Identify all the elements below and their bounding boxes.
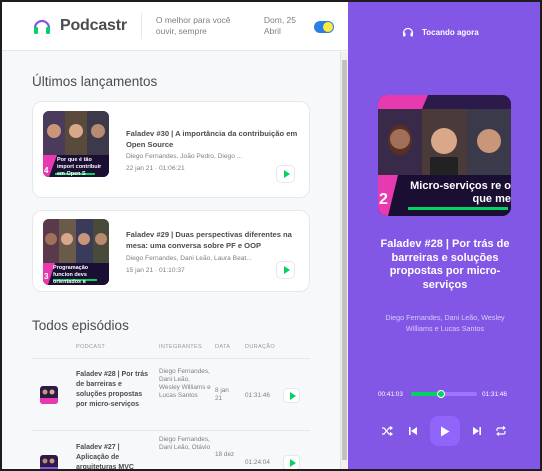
player-controls — [348, 414, 540, 448]
column-header-podcast: Podcast — [76, 344, 106, 350]
skip-previous-icon — [409, 427, 417, 435]
thumbnail-number: 3 — [44, 272, 49, 281]
episode-thumbnail: Por que é tão import contribuir em Open … — [43, 111, 109, 177]
toggle-knob — [323, 22, 333, 32]
episode-meta: 15 jan 21 · 01:10:37 — [126, 267, 185, 274]
row-episode-title[interactable]: Faladev #28 | Por trás de barreiras e so… — [76, 370, 150, 410]
episode-date: 15 jan 21 — [126, 267, 154, 274]
episode-date: 22 jan 21 — [126, 165, 154, 172]
theme-toggle[interactable] — [314, 21, 334, 33]
all-episodes-title: Todos episódios — [32, 318, 129, 333]
total-time: 01:31:46 — [482, 391, 507, 398]
table-row[interactable]: Faladev #27 | Aplicação de arquiteturas … — [32, 430, 310, 469]
thumbnail-caption: Programação funcion devs orientados a — [53, 265, 89, 285]
column-header-date: Data — [215, 344, 231, 350]
column-header-duration: Duração — [245, 344, 276, 350]
episode-card[interactable]: Programação funcion devs orientados a 3 … — [32, 210, 310, 292]
scroll-content: Últimos lançamentos Por que é tão import… — [2, 52, 340, 469]
current-date: Dom, 25 Abril — [263, 15, 296, 36]
headphones-logo-icon — [33, 19, 51, 34]
episode-title[interactable]: Faladev #29 | Duas perspectivas diferent… — [126, 229, 302, 251]
episode-card[interactable]: Por que é tão import contribuir em Open … — [32, 101, 310, 198]
row-duration: 01:24:04 — [245, 459, 270, 466]
progress-handle[interactable] — [436, 390, 445, 398]
player-pane: Tocando agora Micro-serviços re o que me… — [348, 2, 540, 469]
header: Podcastr O melhor para você ouvir, sempr… — [2, 2, 348, 51]
header-divider — [140, 13, 142, 39]
column-header-members: Integrantes — [159, 344, 203, 350]
progress-slider[interactable] — [411, 390, 477, 398]
row-play-button[interactable] — [283, 455, 300, 469]
episode-title[interactable]: Faladev #30 | A importância da contribui… — [126, 128, 302, 150]
now-playing-header: Tocando agora — [402, 26, 479, 38]
episode-cover: Micro-serviços re o que me 2 — [378, 95, 511, 216]
episode-meta: 22 jan 21 · 01:06:21 — [126, 165, 185, 172]
play-icon — [283, 266, 290, 274]
app-window: Podcastr O melhor para você ouvir, sempr… — [2, 2, 540, 469]
play-icon — [289, 458, 296, 467]
latest-episodes-title: Últimos lançamentos — [32, 74, 158, 89]
row-members: Diego Fernandes, Dani Leão, Otávio — [159, 436, 211, 451]
table-row[interactable]: Faladev #28 | Por trás de barreiras e so… — [32, 358, 310, 430]
row-play-button[interactable] — [283, 388, 300, 403]
current-time: 00:41:03 — [378, 391, 403, 398]
playing-episode-title: Faladev #28 | Por trás de barreiras e so… — [380, 238, 510, 291]
play-icon — [289, 391, 296, 400]
play-pause-button[interactable] — [430, 416, 460, 446]
play-icon — [283, 170, 290, 178]
cover-caption: Micro-serviços re o que me — [410, 180, 511, 205]
headphones-icon — [402, 27, 414, 37]
episode-duration: 01:10:37 — [159, 267, 185, 274]
episode-duration: 01:06:21 — [159, 165, 185, 172]
repeat-icon — [496, 426, 506, 436]
playing-episode-members: Diego Fernandes, Dani Leão, Wesley Willi… — [385, 313, 505, 333]
row-thumbnail — [40, 455, 58, 469]
brand-name: Podcastr — [60, 17, 127, 34]
row-date: 8 jan 21 — [215, 387, 229, 402]
row-date: 18 dez — [215, 451, 235, 458]
row-members: Diego Fernandes, Dani Leão, Wesley Willi… — [159, 368, 211, 399]
cover-number: 2 — [379, 191, 388, 208]
skip-next-icon — [473, 427, 481, 435]
episode-members: Diego Fernandes, João Pedro, Diego ... — [126, 153, 243, 160]
now-playing-label: Tocando agora — [422, 27, 479, 37]
episode-thumbnail: Programação funcion devs orientados a 3 — [43, 219, 109, 285]
shuffle-icon — [382, 426, 393, 436]
row-duration: 01:31:46 — [245, 392, 270, 399]
repeat-button[interactable] — [484, 414, 518, 448]
scrollbar-thumb[interactable] — [342, 60, 347, 460]
episode-members: Diego Fernandes, Dani Leão, Laura Beat..… — [126, 255, 252, 262]
scrollbar[interactable] — [340, 52, 348, 469]
play-icon — [441, 426, 450, 436]
thumbnail-number: 4 — [44, 166, 49, 175]
play-button[interactable] — [276, 165, 295, 183]
main-pane: Podcastr O melhor para você ouvir, sempr… — [2, 2, 348, 469]
thumbnail-caption: Por que é tão import contribuir em Open … — [57, 157, 102, 177]
previous-button[interactable] — [396, 414, 430, 448]
tagline: O melhor para você ouvir, sempre — [155, 15, 231, 36]
play-button[interactable] — [276, 261, 295, 279]
row-episode-title[interactable]: Faladev #27 | Aplicação de arquiteturas … — [76, 443, 150, 469]
row-thumbnail — [40, 386, 58, 404]
